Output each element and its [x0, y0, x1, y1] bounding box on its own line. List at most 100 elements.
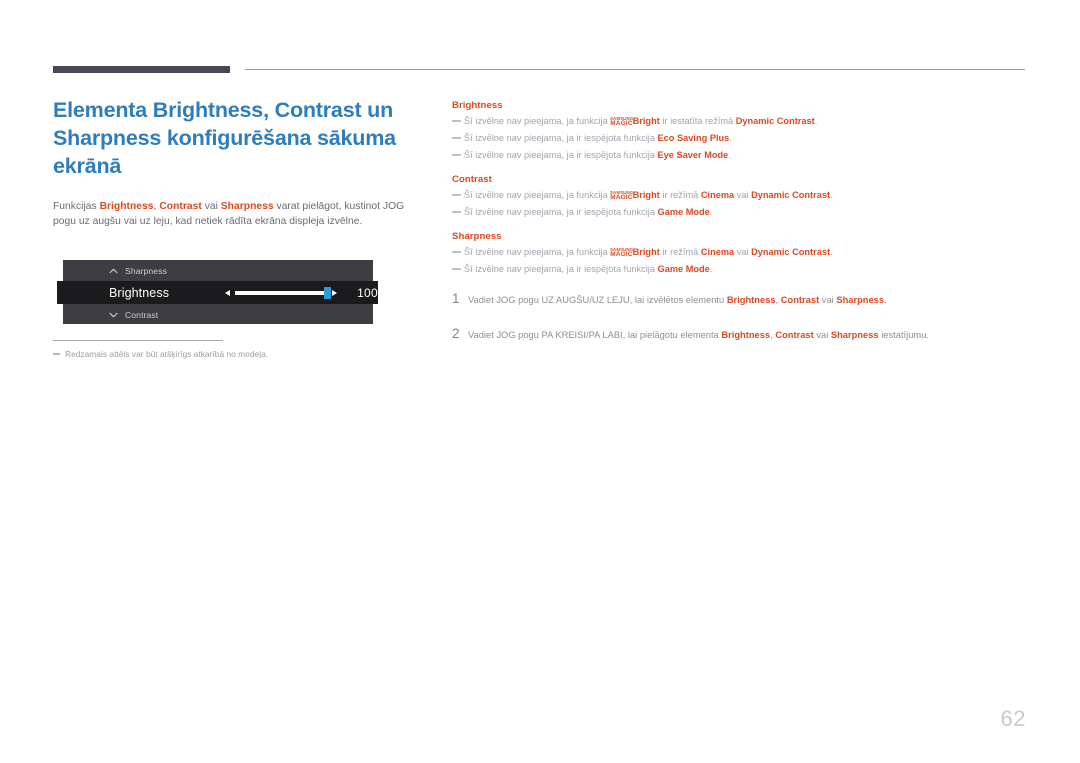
note-text-pre: Šī izvēlne nav pieejama, ja funkcija: [464, 247, 611, 257]
note-text-pre: Šī izvēlne nav pieejama, ja ir iespējota…: [464, 133, 658, 143]
list-item: 1 Vadiet JOG pogu UZ AUGŠU/UZ LEJU, lai …: [452, 292, 1012, 307]
brightness-value: 100: [357, 285, 378, 300]
note-body: Šī izvēlne nav pieejama, ja ir iespējota…: [464, 262, 712, 276]
osd-row-sharpness-label: Sharpness: [125, 265, 167, 276]
note-text-pre: Šī izvēlne nav pieejama, ja funkcija: [464, 190, 611, 200]
note-highlight-b: Dynamic Contrast: [751, 247, 831, 257]
footnote: Redzamais attēls var būt atšķirīgs atkar…: [53, 348, 413, 360]
step-text-pre: Vadiet JOG pogu PA KREISI/PA LABI, lai p…: [468, 330, 722, 340]
magic-logo-bottom: MAGIC: [610, 194, 633, 201]
note-item: Šī izvēlne nav pieejama, ja ir iespējota…: [452, 205, 1012, 219]
step-highlight-a: Brightness: [721, 330, 771, 340]
step-text-pre: Vadiet JOG pogu UZ AUGŠU/UZ LEJU, lai iz…: [468, 295, 727, 305]
note-text-post: .: [830, 190, 833, 200]
note-item: Šī izvēlne nav pieejama, ja funkcija SAM…: [452, 188, 1012, 202]
step-highlight-c: Sharpness: [830, 330, 879, 340]
arrow-left-icon[interactable]: [225, 289, 231, 296]
note-body: Šī izvēlne nav pieejama, ja funkcija SAM…: [464, 114, 817, 128]
note-highlight-a: Game Mode: [657, 264, 710, 274]
chevron-down-icon: [109, 312, 119, 318]
samsung-logo-top: SAMSUNG: [610, 190, 634, 196]
section-heading-sharpness: Sharpness: [452, 231, 502, 242]
dash-bullet-icon: [53, 353, 60, 355]
note-text-post: .: [709, 264, 713, 274]
dash-bullet-icon: [452, 137, 461, 139]
slider-handle[interactable]: [324, 286, 331, 299]
note-item: Šī izvēlne nav pieejama, ja funkcija SAM…: [452, 245, 1012, 259]
note-highlight-a: Eco Saving Plus: [657, 133, 730, 143]
slider-track[interactable]: [235, 286, 331, 299]
intro-highlight-sharpness: Sharpness: [220, 201, 274, 212]
note-text-mid: ir režīmā: [659, 190, 701, 200]
samsung-logo-top: SAMSUNG: [610, 247, 634, 253]
note-text-sep: vai: [734, 190, 752, 200]
note-body: Šī izvēlne nav pieejama, ja funkcija SAM…: [464, 245, 833, 259]
step-text-sep2: vai: [819, 295, 837, 305]
dash-bullet-icon: [452, 120, 461, 122]
dash-bullet-icon: [452, 251, 461, 253]
samsung-magic-logo: SAMSUNG MAGIC: [610, 116, 634, 127]
dash-bullet-icon: [452, 154, 461, 156]
magicbright-word: Bright: [632, 116, 660, 126]
note-highlight-a: Dynamic Contrast: [735, 116, 815, 126]
intro-paragraph: Funkcijas Brightness, Contrast vai Sharp…: [53, 200, 425, 229]
section-heading-contrast: Contrast: [452, 174, 492, 185]
step-text-sep2: vai: [813, 330, 831, 340]
left-column: Elementa Brightness, Contrast un Sharpne…: [53, 96, 425, 229]
note-highlight-a: Cinema: [700, 247, 735, 257]
magic-logo-bottom: MAGIC: [610, 120, 633, 127]
step-text: Vadiet JOG pogu UZ AUGŠU/UZ LEJU, lai iz…: [468, 292, 887, 307]
note-text-mid: ir iestatīta režīmā: [659, 116, 736, 126]
note-text-mid: ir režīmā: [659, 247, 701, 257]
samsung-magic-logo: SAMSUNG MAGIC: [610, 247, 634, 258]
note-highlight-a: Eye Saver Mode: [657, 150, 729, 160]
note-highlight-a: Cinema: [700, 190, 735, 200]
header-accent-bar: [53, 66, 230, 73]
intro-text-part3: vai: [201, 201, 221, 212]
note-item: Šī izvēlne nav pieejama, ja funkcija SAM…: [452, 114, 1012, 128]
step-text: Vadiet JOG pogu PA KREISI/PA LABI, lai p…: [468, 327, 929, 342]
note-item: Šī izvēlne nav pieejama, ja ir iespējota…: [452, 131, 1012, 145]
section-heading-brightness: Brightness: [452, 100, 503, 111]
step-text-post: iestatījumu.: [878, 330, 929, 340]
dash-bullet-icon: [452, 194, 461, 196]
footnote-divider-rule: [53, 340, 223, 341]
magicbright-word: Bright: [632, 247, 660, 257]
osd-row-brightness-selected[interactable]: Brightness 100: [57, 281, 378, 304]
osd-row-sharpness[interactable]: Sharpness: [63, 260, 373, 281]
note-text-pre: Šī izvēlne nav pieejama, ja funkcija: [464, 116, 611, 126]
step-text-post: .: [884, 295, 887, 305]
note-highlight-a: Game Mode: [657, 207, 710, 217]
step-highlight-a: Brightness: [726, 295, 776, 305]
step-highlight-b: Contrast: [780, 295, 820, 305]
step-number: 2: [452, 326, 460, 341]
osd-row-contrast[interactable]: Contrast: [63, 304, 373, 325]
osd-row-contrast-label: Contrast: [125, 309, 159, 320]
intro-text-part1: Funkcijas: [53, 201, 100, 212]
step-number: 1: [452, 291, 460, 306]
arrow-right-icon[interactable]: [332, 289, 337, 296]
step-highlight-b: Contrast: [775, 330, 814, 340]
note-body: Šī izvēlne nav pieejama, ja ir iespējota…: [464, 148, 731, 162]
page-number: 62: [1000, 706, 1026, 731]
right-column: Brightness Šī izvēlne nav pieejama, ja f…: [452, 100, 1012, 362]
note-text-post: .: [830, 247, 833, 257]
magicbright-word: Bright: [632, 190, 660, 200]
note-body: Šī izvēlne nav pieejama, ja funkcija SAM…: [464, 188, 833, 202]
samsung-magic-logo: SAMSUNG MAGIC: [610, 190, 634, 201]
steps-list: 1 Vadiet JOG pogu UZ AUGŠU/UZ LEJU, lai …: [452, 292, 1012, 342]
samsung-logo-top: SAMSUNG: [610, 116, 634, 122]
note-item: Šī izvēlne nav pieejama, ja ir iespējota…: [452, 262, 1012, 276]
note-text-sep: vai: [734, 247, 752, 257]
osd-row-brightness-label: Brightness: [109, 285, 170, 300]
dash-bullet-icon: [452, 211, 461, 213]
note-text-post: .: [709, 207, 713, 217]
note-body: Šī izvēlne nav pieejama, ja ir iespējota…: [464, 131, 732, 145]
footnote-text: Redzamais attēls var būt atšķirīgs atkar…: [65, 349, 269, 359]
note-text-post: .: [728, 150, 731, 160]
dash-bullet-icon: [452, 268, 461, 270]
note-text-pre: Šī izvēlne nav pieejama, ja ir iespējota…: [464, 207, 658, 217]
header-divider-rule: [245, 69, 1025, 70]
brightness-slider[interactable]: 100: [225, 286, 378, 300]
intro-highlight-brightness: Brightness: [99, 201, 154, 212]
